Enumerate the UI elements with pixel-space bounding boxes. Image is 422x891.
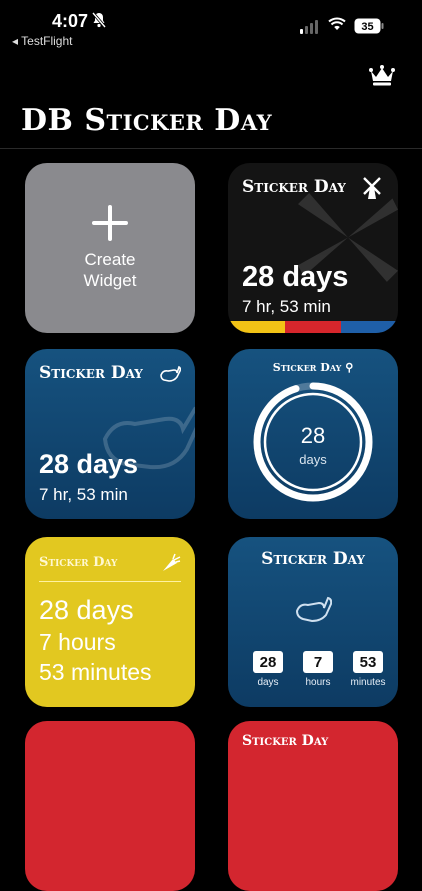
stripe-yellow [228, 321, 285, 333]
battery-icon: 35 [354, 18, 384, 34]
color-stripe [228, 321, 398, 333]
countdown-days: 28 days [248, 651, 288, 688]
divider-line [39, 581, 181, 582]
countdown-cells: 28 days 7 hours 53 minutes [248, 651, 388, 688]
page-title: DB Sticker Day [21, 103, 273, 138]
wifi-icon [328, 17, 346, 30]
days-count: 28 days [39, 595, 134, 625]
widget-red-right[interactable]: Sticker Day [228, 721, 398, 891]
windmill-icon [363, 177, 381, 199]
plus-icon [92, 205, 128, 241]
hours-count: 7 hours [39, 629, 116, 655]
crown-icon[interactable] [369, 64, 395, 86]
widget-yellow-carrot[interactable]: Sticker Day 28 days 7 hours 53 minutes [25, 537, 195, 707]
ring-unit: days [299, 452, 327, 467]
widget-brand: Sticker Day [261, 549, 365, 569]
stripe-blue [341, 321, 398, 333]
cellular-signal-icon [300, 20, 318, 34]
widget-brand: Sticker Day [242, 733, 329, 749]
widget-red-left[interactable] [25, 721, 195, 891]
widget-countdown-boxes[interactable]: Sticker Day 28 days 7 hours 53 minutes [228, 537, 398, 707]
create-widget-button[interactable]: Create Widget [25, 163, 195, 333]
time-remaining: 7 hr, 53 min [242, 297, 331, 316]
battery-level: 35 [361, 21, 373, 33]
countdown-hours: 7 hours [298, 651, 338, 688]
bell-slash-icon [92, 12, 106, 28]
status-time: 4:07 [52, 11, 89, 31]
header-divider [0, 148, 422, 149]
shaka-icon [295, 596, 332, 623]
days-count: 28 days [242, 261, 349, 293]
back-to-testflight-link[interactable]: ◂ TestFlight [12, 34, 73, 48]
widget-progress-ring[interactable]: Sticker Day ⚲ 28 days [228, 349, 398, 519]
widget-brand: Sticker Day [39, 555, 118, 570]
shaka-icon [160, 365, 181, 382]
widget-brand: Sticker Day ⚲ [272, 361, 354, 374]
stripe-red [284, 321, 342, 333]
mickey-icon: ⚲ [345, 361, 354, 374]
widget-brand: Sticker Day [242, 177, 346, 197]
ring-number: 28 [300, 423, 326, 448]
carrot-icon [163, 553, 181, 571]
countdown-minutes: 53 minutes [348, 651, 388, 688]
widget-brand: Sticker Day [39, 363, 143, 383]
widget-dark-windmill[interactable]: Sticker Day 28 days 7 hr, 53 min [228, 163, 398, 333]
status-bar: 4:07 ◂ TestFlight 35 [0, 0, 422, 56]
create-widget-label: Create Widget [83, 250, 137, 290]
widget-blue-shaka[interactable]: Sticker Day 28 days 7 hr, 53 min [25, 349, 195, 519]
minutes-count: 53 minutes [39, 659, 152, 685]
days-count: 28 days [39, 449, 139, 479]
time-remaining: 7 hr, 53 min [39, 485, 128, 504]
